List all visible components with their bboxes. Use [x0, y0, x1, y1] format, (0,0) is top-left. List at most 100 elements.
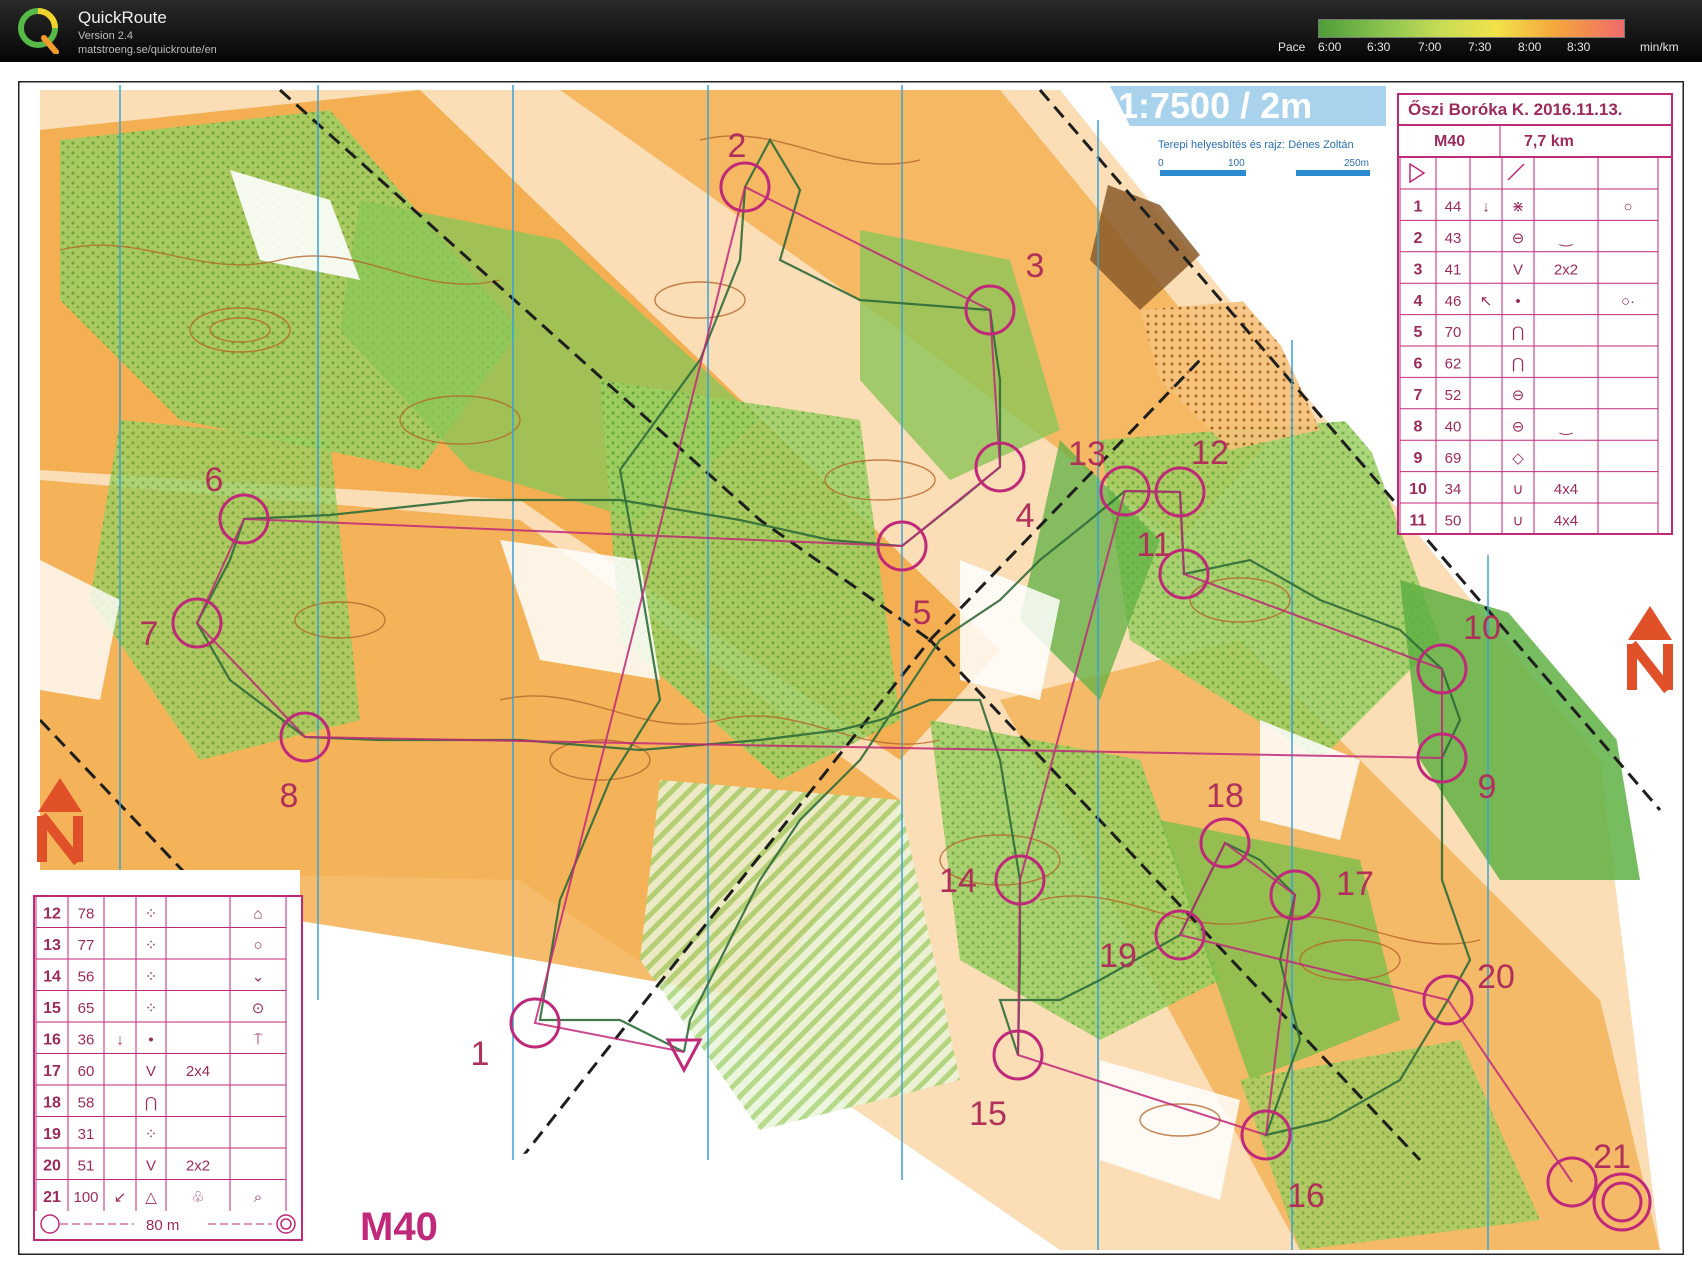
- map-category-label: M40: [360, 1205, 438, 1249]
- description-cell: ⌂: [253, 906, 262, 923]
- pace-tick: 8:00: [1518, 40, 1542, 54]
- description-cell: 9: [1414, 450, 1423, 467]
- control-number: 16: [1287, 1177, 1325, 1215]
- description-cell: 2x2: [186, 1158, 210, 1175]
- description-cell: 41: [1445, 261, 1462, 278]
- app-name: QuickRoute: [78, 8, 167, 27]
- description-cell: ○·: [1621, 293, 1635, 310]
- description-cell: 43: [1445, 230, 1462, 247]
- description-cell: 16: [43, 1032, 61, 1049]
- control-number: 20: [1477, 958, 1515, 996]
- description-cell: 8: [1414, 418, 1423, 435]
- control-description-top: Őszi Boróka K. 2016.11.13. M40 7,7 km 1 4…: [1397, 93, 1673, 535]
- description-cell: ⍑: [253, 1032, 262, 1049]
- description-cell: 1: [1414, 199, 1423, 216]
- pace-color-bar: [1318, 19, 1625, 38]
- description-cell: ○: [1623, 199, 1632, 216]
- description-cell: ⋂: [1512, 356, 1524, 373]
- description-cell: 58: [78, 1095, 95, 1112]
- description-cell: V: [146, 1158, 156, 1175]
- description-cell: ⋇: [1512, 199, 1525, 216]
- description-cell: 51: [78, 1158, 95, 1175]
- control-number: 10: [1463, 609, 1501, 647]
- control-number: 4: [1016, 497, 1035, 535]
- description-cell: 40: [1445, 418, 1462, 435]
- description-cell: 15: [43, 1000, 61, 1017]
- description-cell: ⋂: [1512, 324, 1524, 341]
- description-cell: 12: [43, 906, 61, 923]
- description-cell: ⌄: [252, 969, 265, 986]
- description-cell: ⋂: [145, 1095, 157, 1112]
- description-cell: 50: [1445, 513, 1462, 530]
- pace-unit: min/km: [1640, 40, 1679, 54]
- description-cell: 18: [43, 1095, 61, 1112]
- description-cell: ∪: [1513, 481, 1524, 498]
- description-cell: ⁘: [145, 937, 158, 954]
- control-number: 13: [1068, 435, 1106, 473]
- control-number: 17: [1336, 865, 1374, 903]
- event-title: Őszi Boróka K. 2016.11.13.: [1408, 100, 1623, 119]
- description-cell: △: [145, 1189, 157, 1206]
- control-number: 2: [728, 127, 747, 165]
- description-cell: 2: [1414, 230, 1423, 247]
- description-cell: ⁘: [145, 1126, 158, 1143]
- description-cell: 36: [78, 1032, 95, 1049]
- description-cell: 52: [1445, 387, 1462, 404]
- pace-tick: 6:30: [1367, 40, 1391, 54]
- description-cell: 77: [78, 937, 95, 954]
- orienteering-map[interactable]: 12345678 9101112131415161718192021 1:7500…: [18, 81, 1684, 1255]
- finish-distance: 80 m: [146, 1217, 179, 1234]
- app-url[interactable]: matstroeng.se/quickroute/en: [78, 44, 217, 56]
- description-cell: 78: [78, 906, 95, 923]
- description-cell: 19: [43, 1126, 61, 1143]
- description-cell: 70: [1445, 324, 1462, 341]
- pace-tick: 7:30: [1468, 40, 1492, 54]
- description-cell: ♧: [191, 1189, 204, 1206]
- description-cell: ∪: [1513, 513, 1524, 530]
- description-cell: 10: [1409, 481, 1427, 498]
- description-cell: 2x4: [186, 1063, 210, 1080]
- quickroute-logo-icon: [18, 8, 59, 54]
- description-cell: •: [148, 1032, 153, 1049]
- description-cell: ↓: [116, 1032, 124, 1049]
- map-scale-text: 1:7500 / 2m: [1118, 85, 1312, 126]
- scale-bar-label: 100: [1228, 158, 1245, 169]
- description-cell: 69: [1445, 450, 1462, 467]
- quickroute-titlebar: QuickRoute Version 2.4 matstroeng.se/qui…: [0, 0, 1702, 62]
- description-cell: ⁘: [145, 906, 158, 923]
- control-number: 21: [1593, 1138, 1631, 1176]
- scale-bar-label: 0: [1158, 158, 1164, 169]
- pace-tick: 7:00: [1418, 40, 1442, 54]
- description-cell: ○: [253, 937, 262, 954]
- description-cell: 4x4: [1554, 481, 1578, 498]
- control-number: 8: [280, 777, 299, 815]
- description-cell: 17: [43, 1063, 61, 1080]
- description-cell: ⊖: [1512, 418, 1525, 435]
- control-number: 6: [205, 461, 224, 499]
- map-credit-text: Terepi helyesbítés és rajz: Dénes Zoltán: [1158, 139, 1354, 151]
- description-cell: 14: [43, 969, 61, 986]
- control-number: 15: [969, 1095, 1007, 1133]
- control-number: 14: [939, 862, 977, 900]
- description-cell: ⊖: [1512, 387, 1525, 404]
- description-cell: ⁘: [145, 969, 158, 986]
- scale-bar-label: 250m: [1344, 158, 1369, 169]
- description-cell: 44: [1445, 199, 1462, 216]
- control-number: 5: [913, 594, 932, 632]
- pace-tick: 6:00: [1318, 40, 1342, 54]
- description-cell: 31: [78, 1126, 95, 1143]
- control-number: 19: [1099, 937, 1137, 975]
- description-cell: ‿: [1559, 418, 1573, 435]
- description-cell: ↓: [1482, 199, 1490, 216]
- description-cell: 3: [1414, 261, 1423, 278]
- control-number: 18: [1206, 777, 1244, 815]
- description-cell: 11: [1410, 513, 1427, 530]
- control-number: 3: [1026, 247, 1045, 285]
- description-cell: V: [146, 1063, 156, 1080]
- description-cell: V: [1513, 261, 1523, 278]
- control-number: 9: [1478, 768, 1497, 806]
- description-cell: ⌕: [254, 1189, 262, 1206]
- description-cell: 6: [1414, 356, 1423, 373]
- description-cell: 56: [78, 969, 95, 986]
- description-cell: ⊖: [1512, 230, 1525, 247]
